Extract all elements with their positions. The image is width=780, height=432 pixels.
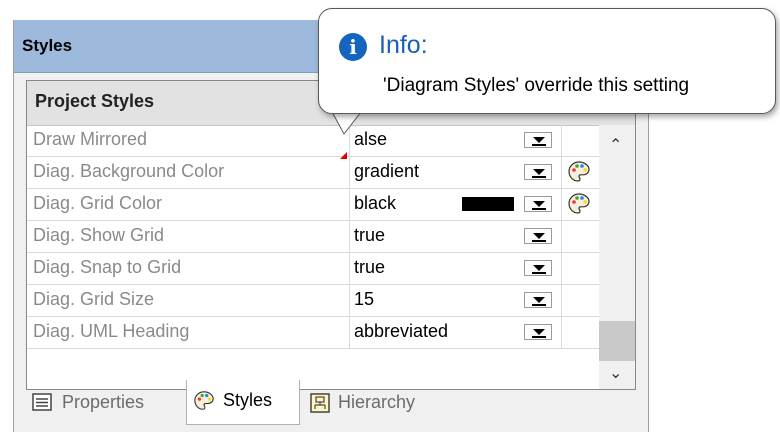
property-value: true	[354, 225, 386, 245]
palette-icon[interactable]	[567, 160, 591, 184]
vertical-scrollbar[interactable]: ⌃ ⌄	[599, 125, 635, 389]
tab-label: Styles	[223, 390, 273, 410]
color-swatch	[462, 197, 514, 211]
property-value-cell[interactable]: alse	[349, 125, 562, 156]
table-row[interactable]: Diag. Grid Color black	[27, 189, 599, 221]
table-row[interactable]: Diag. Background Color gradient	[27, 157, 599, 189]
property-value: black	[354, 193, 397, 213]
info-icon: i	[339, 33, 367, 61]
property-value: true	[354, 257, 386, 277]
hierarchy-icon	[310, 393, 330, 413]
property-name: Diag. Show Grid	[33, 225, 165, 245]
property-value-cell[interactable]: 15	[349, 285, 562, 316]
property-name: Diag. Grid Size	[33, 289, 155, 309]
table-row[interactable]: Diag. Show Grid true	[27, 221, 599, 253]
property-value-cell[interactable]: true	[349, 253, 562, 284]
picker-cell	[561, 253, 600, 284]
picker-cell	[561, 285, 600, 316]
panel-tab-bar: Properties Styles Hierarchy	[14, 376, 648, 432]
palette-icon	[194, 391, 214, 410]
property-name: Draw Mirrored	[33, 129, 148, 149]
tooltip-title: Info:	[379, 31, 428, 59]
tab-label: Hierarchy	[338, 392, 416, 412]
dropdown-button[interactable]	[524, 196, 552, 212]
dropdown-button[interactable]	[524, 228, 552, 244]
palette-icon[interactable]	[567, 192, 591, 216]
picker-cell	[561, 189, 600, 220]
tab-properties[interactable]: Properties	[26, 382, 186, 422]
property-value-cell[interactable]: true	[349, 221, 562, 252]
tooltip-message: 'Diagram Styles' override this setting	[383, 75, 690, 96]
grid-header-label: Project Styles	[35, 91, 155, 111]
dropdown-button[interactable]	[524, 324, 552, 340]
property-value: abbreviated	[354, 321, 449, 341]
tab-styles[interactable]: Styles	[186, 380, 300, 425]
picker-cell	[561, 157, 600, 188]
info-tooltip: i Info: 'Diagram Styles' override this s…	[318, 8, 776, 114]
panel-title: Styles	[22, 36, 73, 55]
dropdown-button[interactable]	[524, 132, 552, 148]
property-name: Diag. Background Color	[33, 161, 225, 181]
table-row[interactable]: Draw Mirrored alse	[27, 125, 599, 157]
dropdown-button[interactable]	[524, 292, 552, 308]
dropdown-button[interactable]	[524, 260, 552, 276]
property-value-cell[interactable]: abbreviated	[349, 317, 562, 348]
properties-icon	[32, 393, 52, 411]
property-name: Diag. UML Heading	[33, 321, 190, 341]
table-row[interactable]: Diag. Snap to Grid true	[27, 253, 599, 285]
property-value-cell[interactable]: gradient	[349, 157, 562, 188]
tab-label: Properties	[62, 392, 145, 412]
override-marker-icon	[340, 152, 347, 159]
property-name: Diag. Grid Color	[33, 193, 163, 213]
table-row[interactable]: Diag. Grid Size 15	[27, 285, 599, 317]
tab-hierarchy[interactable]: Hierarchy	[304, 382, 464, 422]
scroll-up-arrow-icon[interactable]: ⌃	[609, 135, 622, 155]
picker-cell	[561, 317, 600, 348]
property-name: Diag. Snap to Grid	[33, 257, 182, 277]
scrollbar-thumb[interactable]	[599, 321, 635, 361]
table-row[interactable]: Diag. UML Heading abbreviated	[27, 317, 599, 349]
property-value-cell[interactable]: black	[349, 189, 562, 220]
picker-cell	[561, 125, 600, 156]
picker-cell	[561, 221, 600, 252]
property-value: gradient	[354, 161, 420, 181]
dropdown-button[interactable]	[524, 164, 552, 180]
property-value: 15	[354, 289, 375, 309]
